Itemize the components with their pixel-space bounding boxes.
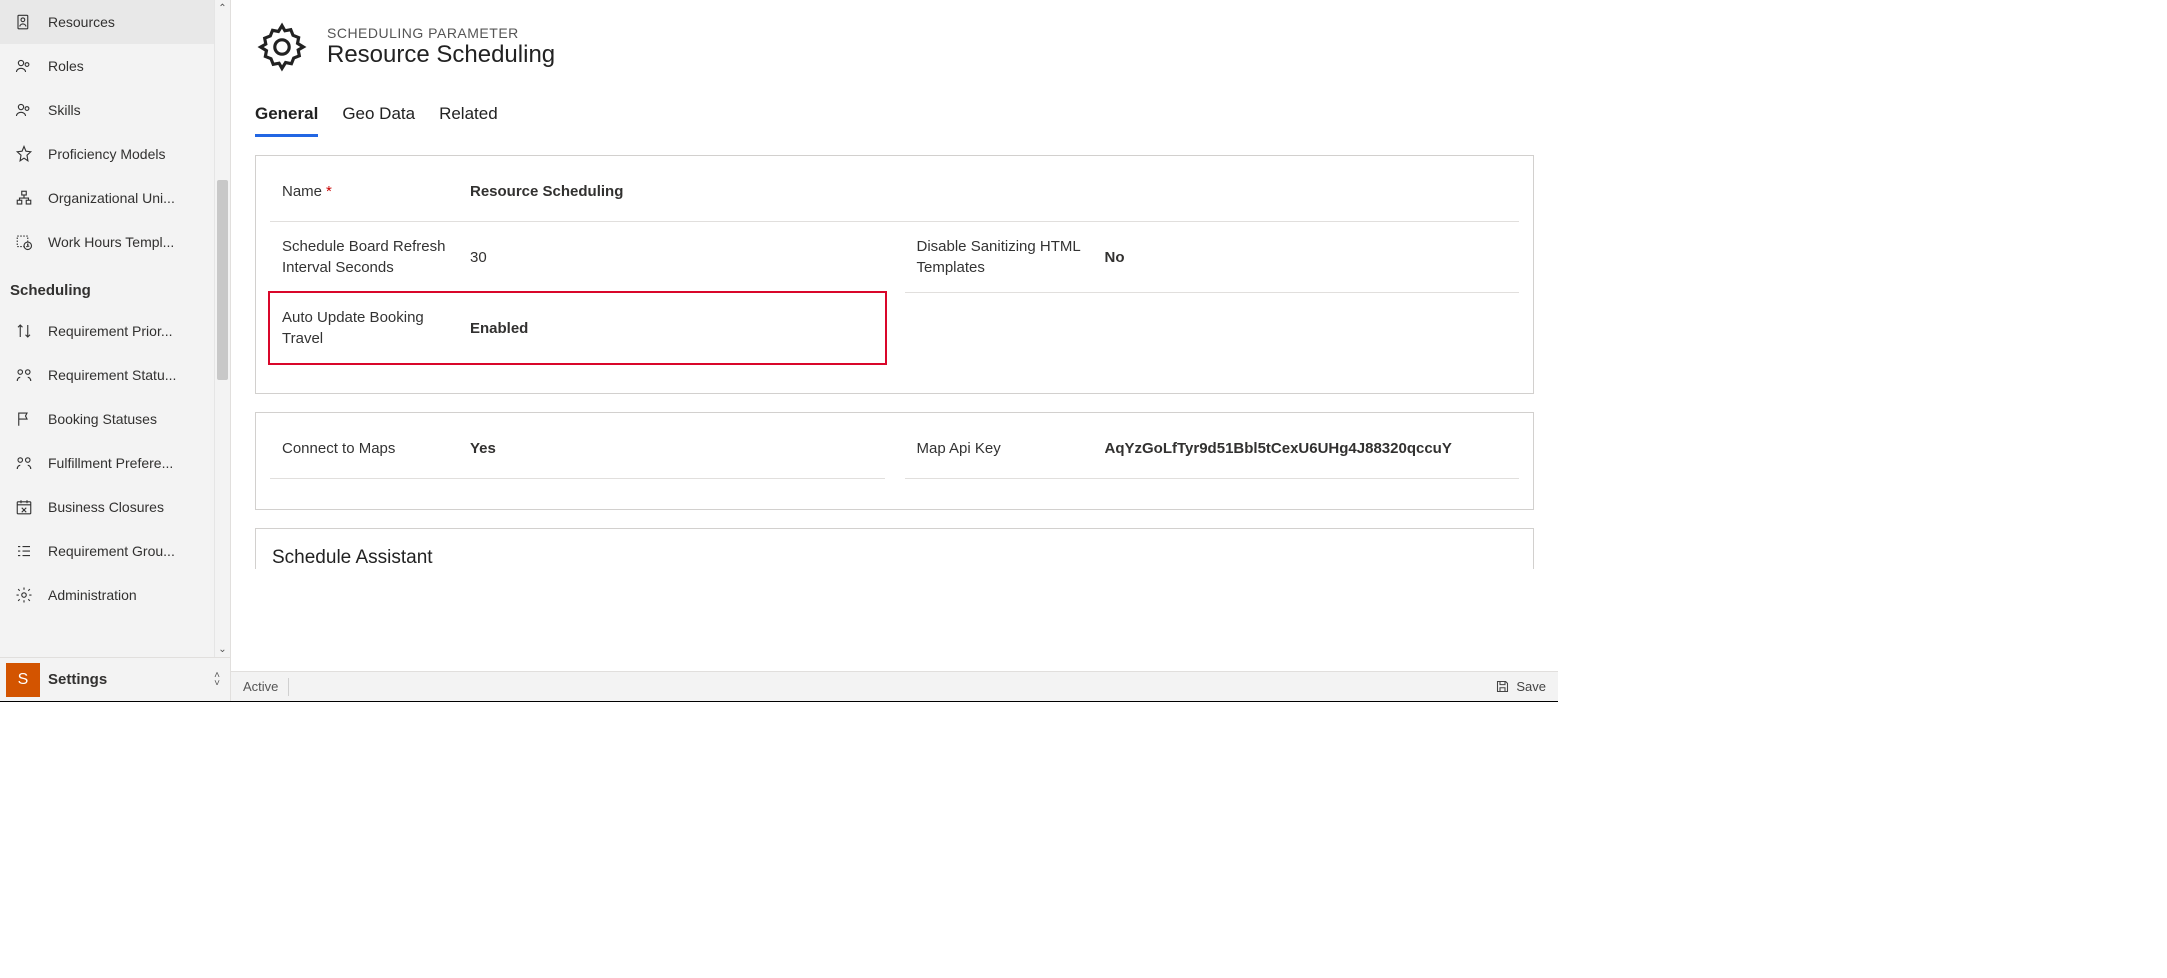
sidebar-item-org-units[interactable]: Organizational Uni... [0,176,230,220]
name-label: Name* [270,181,460,202]
fulfillment-icon [14,453,34,473]
sidebar-item-administration[interactable]: Administration [0,573,230,617]
tab-general[interactable]: General [255,104,318,137]
sidebar-item-label: Organizational Uni... [48,190,175,206]
status-bar: Active Save [231,671,1558,701]
sidebar-item-label: Requirement Statu... [48,367,176,383]
sidebar-item-label: Work Hours Templ... [48,234,174,250]
name-field[interactable]: Resource Scheduling [460,183,1519,200]
sidebar-item-fulfillment-preferences[interactable]: Fulfillment Prefere... [0,441,230,485]
gear-large-icon [255,20,309,74]
clock-template-icon [14,232,34,252]
roles-icon [14,56,34,76]
area-label: Settings [48,671,214,688]
form-section-schedule-assistant: Schedule Assistant [255,528,1534,569]
record-title: Resource Scheduling [327,41,555,69]
form-section-maps: Connect to Maps Yes Map Api Key AqYzGoLf… [255,412,1534,510]
sidebar-item-label: Skills [48,102,81,118]
connect-maps-field[interactable]: Yes [460,440,885,457]
sidebar-item-skills[interactable]: Skills [0,88,230,132]
tab-related[interactable]: Related [439,104,498,137]
form-section-general: Name* Resource Scheduling Schedule Board… [255,155,1534,394]
auto-update-label: Auto Update Booking Travel [270,307,460,349]
sidebar-item-label: Administration [48,587,137,603]
schedule-assistant-heading: Schedule Assistant [272,547,1517,569]
entity-type-label: SCHEDULING PARAMETER [327,25,555,41]
area-badge: S [6,663,40,697]
save-icon [1495,679,1510,694]
save-button[interactable]: Save [1495,679,1546,694]
skills-icon [14,100,34,120]
req-status-icon [14,365,34,385]
sidebar-item-work-hours-templates[interactable]: Work Hours Templ... [0,220,230,264]
calendar-x-icon [14,497,34,517]
map-key-field[interactable]: AqYzGoLfTyr9d51Bbl5tCexU6UHg4J88320qccuY [1095,440,1520,457]
refresh-interval-label: Schedule Board Refresh Interval Seconds [270,236,460,278]
auto-update-field[interactable]: Enabled [460,320,885,337]
org-icon [14,188,34,208]
record-state: Active [243,679,278,694]
sidebar-item-label: Resources [48,14,115,30]
sidebar-item-roles[interactable]: Roles [0,44,230,88]
sidebar-item-label: Business Closures [48,499,164,515]
scroll-up-arrow-icon[interactable]: ⌃ [215,0,230,16]
status-divider [288,678,289,696]
sidebar-item-booking-statuses[interactable]: Booking Statuses [0,397,230,441]
sidebar-item-requirement-statuses[interactable]: Requirement Statu... [0,353,230,397]
disable-html-field[interactable]: No [1095,249,1520,266]
record-header: SCHEDULING PARAMETER Resource Scheduling [255,20,1534,74]
disable-html-label: Disable Sanitizing HTML Templates [905,236,1095,278]
required-indicator: * [326,183,332,200]
flag-icon [14,409,34,429]
sidebar-item-label: Requirement Grou... [48,543,175,559]
refresh-interval-field[interactable]: 30 [460,249,885,266]
scroll-thumb[interactable] [217,180,228,380]
sidebar-item-requirement-priorities[interactable]: Requirement Prior... [0,309,230,353]
main-content: SCHEDULING PARAMETER Resource Scheduling… [231,0,1558,701]
gear-icon [14,585,34,605]
area-switcher[interactable]: S Settings ˄˅ [0,657,230,701]
sidebar-item-proficiency-models[interactable]: Proficiency Models [0,132,230,176]
sidebar-item-label: Requirement Prior... [48,323,173,339]
scroll-down-arrow-icon[interactable]: ⌄ [215,641,230,657]
auto-update-booking-travel-row: Auto Update Booking Travel Enabled [268,291,887,365]
map-key-label: Map Api Key [905,438,1095,459]
sidebar-item-label: Roles [48,58,84,74]
tab-geo-data[interactable]: Geo Data [342,104,415,137]
tab-strip: General Geo Data Related [255,104,1534,137]
sidebar-item-label: Booking Statuses [48,411,157,427]
sidebar: Resources Roles Skills Proficiency Model… [0,0,231,701]
resources-icon [14,12,34,32]
sidebar-item-label: Proficiency Models [48,146,166,162]
sidebar-scrollbar[interactable]: ⌃ ⌄ [214,0,230,657]
sidebar-item-business-closures[interactable]: Business Closures [0,485,230,529]
list-icon [14,541,34,561]
star-icon [14,144,34,164]
sidebar-item-resources[interactable]: Resources [0,0,230,44]
save-button-label: Save [1516,679,1546,694]
sidebar-item-label: Fulfillment Prefere... [48,455,173,471]
sidebar-item-requirement-groups[interactable]: Requirement Grou... [0,529,230,573]
connect-maps-label: Connect to Maps [270,438,460,459]
priority-icon [14,321,34,341]
chevron-updown-icon: ˄˅ [214,672,220,688]
sidebar-heading-scheduling: Scheduling [0,264,230,309]
